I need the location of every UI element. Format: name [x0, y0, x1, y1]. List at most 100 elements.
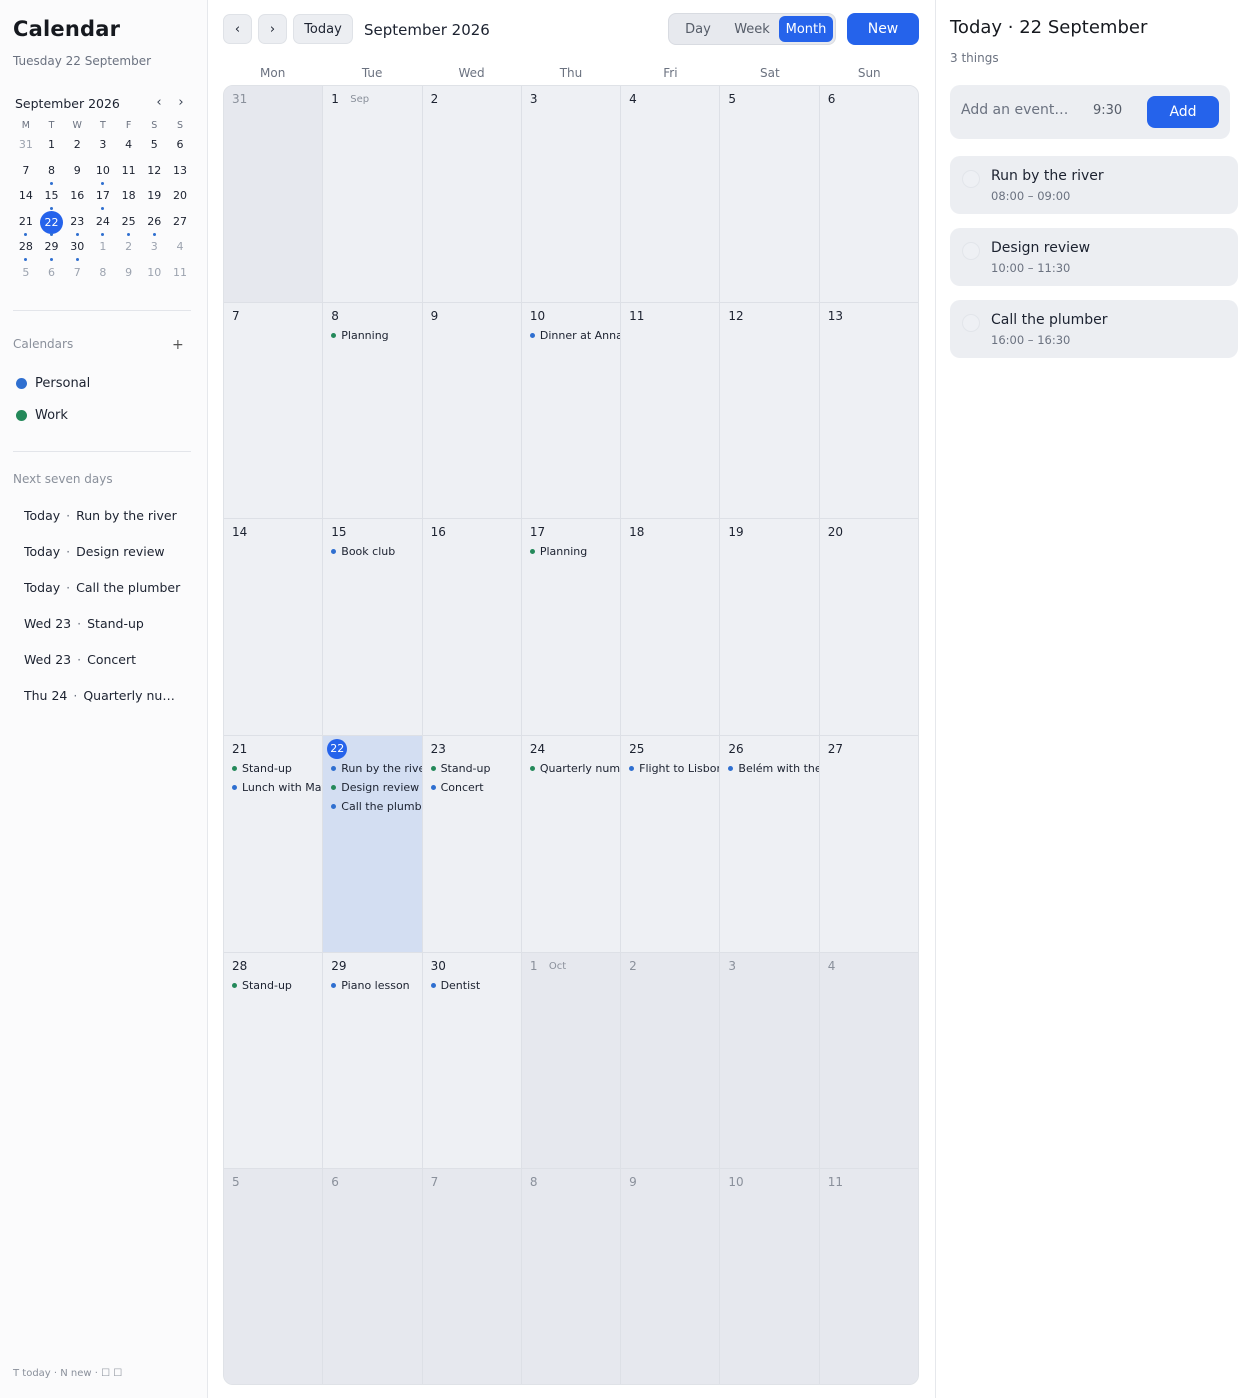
mini-day[interactable]: 28: [13, 236, 39, 262]
day-cell[interactable]: 5: [720, 86, 820, 303]
mini-day[interactable]: 14: [13, 185, 39, 211]
day-cell[interactable]: 5: [224, 1169, 324, 1384]
mini-day[interactable]: 7: [13, 160, 39, 186]
day-cell[interactable]: 11: [621, 302, 721, 520]
event-chip[interactable]: Call the plumber: [331, 797, 422, 816]
day-cell[interactable]: 10: [720, 1169, 820, 1384]
calendar-item-work[interactable]: Work: [16, 408, 68, 423]
day-cell[interactable]: 20: [819, 519, 918, 736]
day-cell[interactable]: 21 Stand-up Lunch with Maya: [224, 736, 324, 953]
mini-day[interactable]: 10: [141, 262, 167, 288]
mini-day[interactable]: 19: [141, 185, 167, 211]
calendar-item-personal[interactable]: Personal: [16, 376, 90, 391]
event-chip[interactable]: Piano lesson: [331, 976, 421, 995]
day-cell[interactable]: 28 Stand-up: [224, 952, 324, 1170]
mini-day[interactable]: 26: [141, 211, 167, 237]
complete-checkbox[interactable]: [962, 242, 980, 260]
day-cell[interactable]: 27: [819, 736, 918, 953]
event-chip[interactable]: Concert: [430, 778, 521, 797]
day-cell[interactable]: 4: [621, 86, 721, 303]
day-cell-today[interactable]: 22 Run by the river Design review Call the …: [323, 736, 423, 953]
day-cell[interactable]: 31: [224, 86, 324, 303]
event-chip[interactable]: Dentist: [430, 976, 521, 995]
day-cell[interactable]: 8 Planning: [323, 302, 423, 520]
add-calendar-button[interactable]: +: [172, 337, 184, 353]
upcoming-item[interactable]: Thu 24 · Quarterly numbers: [24, 688, 184, 703]
day-cell[interactable]: 12: [720, 302, 820, 520]
day-cell[interactable]: 1 Sep: [323, 86, 423, 303]
event-chip[interactable]: Stand-up: [232, 976, 322, 995]
mini-prev-month-button[interactable]: ‹: [152, 95, 166, 110]
mini-day[interactable]: 9: [116, 262, 142, 288]
view-week-tab[interactable]: Week: [725, 16, 779, 42]
complete-checkbox[interactable]: [962, 170, 980, 188]
mini-day[interactable]: 1: [39, 134, 65, 160]
agenda-item[interactable]: Run by the river 08:00 – 09:00: [950, 156, 1238, 214]
event-chip[interactable]: Stand-up: [430, 759, 521, 778]
event-chip[interactable]: Belém with the: [728, 759, 819, 778]
quick-add-input[interactable]: Add an event…: [961, 102, 1068, 118]
mini-day[interactable]: 5: [13, 262, 39, 288]
day-cell[interactable]: 25 Flight to Lisbon: [621, 736, 721, 953]
event-chip[interactable]: Design review: [331, 778, 421, 797]
day-cell[interactable]: 29 Piano lesson: [323, 952, 423, 1170]
day-cell[interactable]: 6: [323, 1169, 423, 1384]
mini-day[interactable]: 6: [167, 134, 193, 160]
mini-day[interactable]: 8: [90, 262, 116, 288]
next-month-button[interactable]: ›: [258, 14, 287, 44]
event-chip[interactable]: Lunch with Maya: [232, 778, 322, 797]
complete-checkbox[interactable]: [962, 314, 980, 332]
mini-day[interactable]: 27: [167, 211, 193, 237]
day-cell[interactable]: 23 Stand-up Concert: [422, 736, 522, 953]
event-chip[interactable]: Book club: [331, 542, 421, 561]
day-cell[interactable]: 8: [521, 1169, 622, 1384]
day-cell[interactable]: 9: [422, 302, 522, 520]
day-cell[interactable]: 17 Planning: [521, 519, 622, 736]
day-cell[interactable]: 19: [720, 519, 820, 736]
mini-day[interactable]: 13: [167, 160, 193, 186]
mini-day[interactable]: 8: [39, 160, 65, 186]
quick-add-time-field[interactable]: 9:30: [1093, 103, 1122, 118]
upcoming-item[interactable]: Today · Call the plumber: [24, 580, 184, 595]
mini-day[interactable]: 31: [13, 134, 39, 160]
event-chip[interactable]: Planning: [331, 326, 421, 345]
mini-day[interactable]: 2: [64, 134, 90, 160]
mini-day[interactable]: 6: [39, 262, 65, 288]
day-cell[interactable]: 24 Quarterly numbers: [521, 736, 622, 953]
prev-month-button[interactable]: ‹: [223, 14, 252, 44]
day-cell[interactable]: 14: [224, 519, 324, 736]
day-cell[interactable]: 30 Dentist: [422, 952, 522, 1170]
mini-day[interactable]: 1: [90, 236, 116, 262]
event-chip[interactable]: Quarterly numbers: [529, 759, 620, 778]
day-cell[interactable]: 1 Oct: [521, 952, 622, 1170]
day-cell[interactable]: 2: [422, 86, 522, 303]
day-cell[interactable]: 13: [819, 302, 918, 520]
day-cell[interactable]: 15 Book club: [323, 519, 423, 736]
upcoming-item[interactable]: Today · Run by the river: [24, 508, 184, 523]
day-cell[interactable]: 7: [422, 1169, 522, 1384]
upcoming-item[interactable]: Today · Design review: [24, 544, 184, 559]
view-month-tab[interactable]: Month: [779, 16, 833, 42]
new-event-button[interactable]: New: [847, 13, 919, 45]
day-cell[interactable]: 2: [621, 952, 721, 1170]
upcoming-item[interactable]: Wed 23 · Stand-up: [24, 616, 184, 631]
day-cell[interactable]: 4: [819, 952, 918, 1170]
day-cell[interactable]: 3: [720, 952, 820, 1170]
mini-day[interactable]: 23: [64, 211, 90, 237]
day-cell[interactable]: 11: [819, 1169, 918, 1384]
mini-day[interactable]: 4: [167, 236, 193, 262]
view-day-tab[interactable]: Day: [671, 16, 725, 42]
agenda-item[interactable]: Call the plumber 16:00 – 16:30: [950, 300, 1238, 358]
mini-day[interactable]: 17: [90, 185, 116, 211]
mini-day[interactable]: 2: [116, 236, 142, 262]
day-cell[interactable]: 3: [521, 86, 622, 303]
event-chip[interactable]: Dinner at Anna's: [529, 326, 620, 345]
mini-day-today[interactable]: 22: [39, 210, 65, 237]
mini-day[interactable]: 3: [90, 134, 116, 160]
mini-day[interactable]: 15: [39, 185, 65, 211]
mini-day[interactable]: 7: [64, 262, 90, 288]
day-cell[interactable]: 9: [621, 1169, 721, 1384]
mini-day[interactable]: 3: [141, 236, 167, 262]
mini-day[interactable]: 29: [39, 236, 65, 262]
quick-add-button[interactable]: Add: [1147, 96, 1219, 128]
